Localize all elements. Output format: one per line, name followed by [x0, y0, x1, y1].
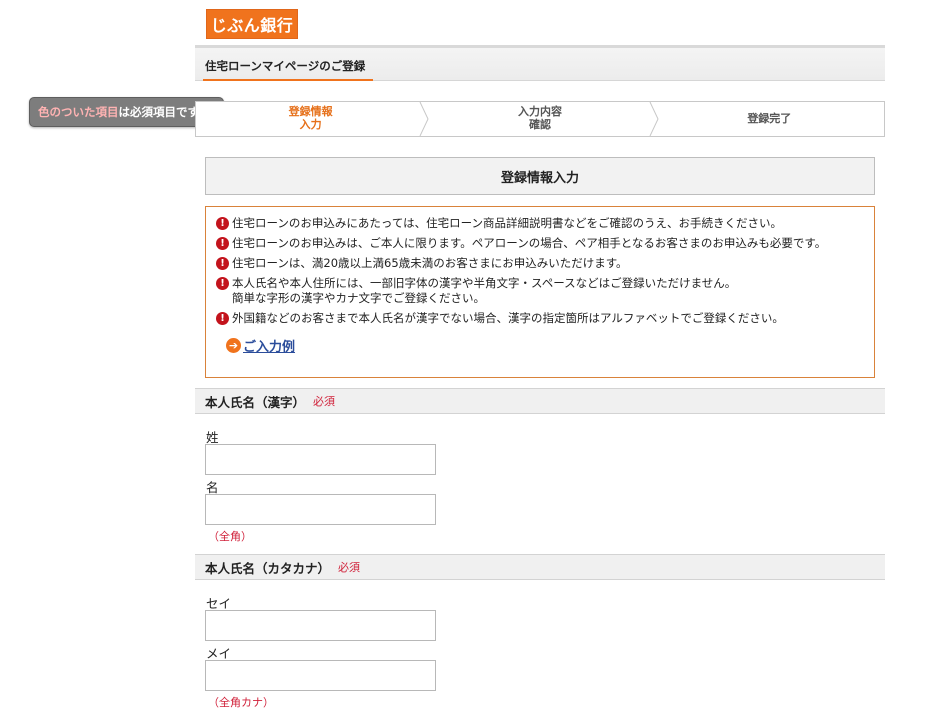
bank-logo[interactable]: じぶん銀行 — [206, 9, 298, 39]
required-badge: 必須 — [313, 395, 336, 408]
step-label: 登録完了 — [747, 111, 792, 125]
notice-text: 住宅ローンのお申込みにあたっては、住宅ローン商品詳細説明書などをご確認のうえ、お… — [232, 216, 783, 230]
step-complete: 登録完了 — [655, 102, 884, 136]
exclamation-circle-icon: ! — [216, 217, 229, 230]
step-label: 入力内容 確認 — [517, 105, 562, 131]
notice-item: ! 住宅ローンのお申込みにあたっては、住宅ローン商品詳細説明書などをご確認のうえ… — [216, 216, 864, 231]
last-name-kanji-input[interactable] — [205, 444, 436, 475]
progress-steps: 登録情報 入力 入力内容 確認 登録完了 — [195, 101, 885, 137]
exclamation-circle-icon: ! — [216, 312, 229, 325]
kanji-name-title: 本人氏名（漢字） — [205, 394, 306, 410]
required-badge: 必須 — [338, 561, 361, 574]
notice-text: 住宅ローンは、満20歳以上満65歳未満のお客さまにお申込みいただけます。 — [232, 256, 628, 270]
notice-text: 外国籍などのお客さまで本人氏名が漢字でない場合、漢字の指定箇所はアルファベットで… — [232, 311, 784, 325]
input-example-link[interactable]: ➔ ご入力例 — [226, 336, 864, 355]
notice-text: 住宅ローンのお申込みは、ご本人に限ります。ペアローンの場合、ペア相手となるお客さ… — [232, 236, 827, 250]
page-header: 住宅ローンマイページのご登録 — [195, 45, 885, 81]
notice-box: ! 住宅ローンのお申込みにあたっては、住宅ローン商品詳細説明書などをご確認のうえ… — [205, 206, 875, 378]
page: じぶん銀行 住宅ローンマイページのご登録 色のついた項目 は必須項目です。 登録情… — [0, 0, 936, 713]
kana-hint: （全角カナ） — [208, 696, 274, 709]
page-title: 住宅ローンマイページのご登録 — [205, 59, 366, 73]
kana-name-header: 本人氏名（カタカナ） 必須 — [195, 554, 885, 580]
kana-name-title: 本人氏名（カタカナ） — [205, 560, 331, 576]
notice-item: ! 住宅ローンのお申込みは、ご本人に限ります。ペアローンの場合、ペア相手となるお… — [216, 236, 864, 251]
notice-item: ! 本人氏名や本人住所には、一部旧字体の漢字や半角文字・スペースなどはご登録いた… — [216, 276, 864, 306]
exclamation-circle-icon: ! — [216, 257, 229, 270]
notice-item: ! 住宅ローンは、満20歳以上満65歳未満のお客さまにお申込みいただけます。 — [216, 256, 864, 271]
step-confirm: 入力内容 確認 — [425, 102, 659, 136]
exclamation-circle-icon: ! — [216, 277, 229, 290]
step-input: 登録情報 入力 — [196, 102, 429, 136]
first-name-kanji-input[interactable] — [205, 494, 436, 525]
section-title: 登録情報入力 — [205, 157, 875, 195]
required-note-accent: 色のついた項目 — [38, 105, 119, 119]
notice-item: ! 外国籍などのお客さまで本人氏名が漢字でない場合、漢字の指定箇所はアルファベッ… — [216, 311, 864, 326]
kanji-name-header: 本人氏名（漢字） 必須 — [195, 388, 885, 414]
step-label: 登録情報 入力 — [288, 105, 333, 131]
first-name-kana-input[interactable] — [205, 660, 436, 691]
notice-text: 本人氏名や本人住所には、一部旧字体の漢字や半角文字・スペースなどはご登録いただけ… — [232, 276, 737, 305]
input-example-link-text[interactable]: ご入力例 — [243, 336, 295, 355]
arrow-right-circle-icon: ➔ — [226, 338, 241, 353]
kanji-hint: （全角） — [208, 530, 252, 543]
exclamation-circle-icon: ! — [216, 237, 229, 250]
last-name-kana-input[interactable] — [205, 610, 436, 641]
header-underline — [203, 79, 373, 81]
